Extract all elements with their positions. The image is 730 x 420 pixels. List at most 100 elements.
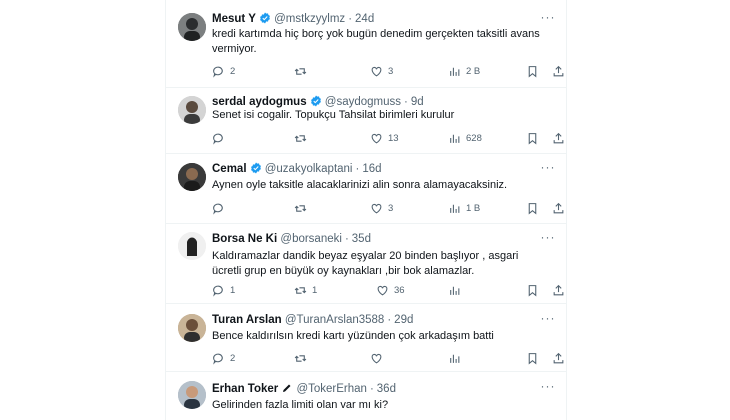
- separator-dot: ·: [344, 233, 349, 245]
- more-options-icon[interactable]: ···: [540, 11, 556, 28]
- author-handle[interactable]: @borsaneki: [280, 233, 342, 245]
- like-button[interactable]: 36: [376, 281, 405, 299]
- share-button[interactable]: [552, 281, 570, 299]
- share-button[interactable]: [552, 199, 570, 217]
- author-handle[interactable]: @mstkzyylmz: [274, 13, 345, 25]
- retweet-button[interactable]: [294, 129, 312, 147]
- view-count: 1 B: [466, 202, 481, 214]
- like-button[interactable]: 3: [370, 62, 393, 80]
- author-name[interactable]: Borsa Ne Ki: [212, 233, 277, 245]
- author-name[interactable]: Turan Arslan: [212, 314, 282, 326]
- reply-button[interactable]: 2: [212, 62, 235, 80]
- reply-icon: [213, 285, 223, 297]
- share-button[interactable]: [552, 129, 570, 147]
- tweet-time[interactable]: 16d: [362, 163, 381, 175]
- like-button[interactable]: 13: [370, 129, 399, 147]
- bookmark-button[interactable]: [526, 281, 544, 299]
- tweet-header: Borsa Ne Ki @borsaneki · 35d: [212, 231, 536, 247]
- like-button[interactable]: 3: [370, 199, 393, 217]
- author-name[interactable]: serdal aydogmus: [212, 96, 307, 108]
- tweet-2[interactable]: serdal aydogmus @saydogmuss · 9d Senet isi…: [166, 88, 566, 154]
- share-icon: [553, 352, 564, 363]
- tweet-6[interactable]: Erhan Toker @TokerErhan · 36d ··· Gelirind…: [166, 372, 566, 420]
- tweet-text: Gelirinden fazla limiti olan var mı ki?: [212, 399, 389, 411]
- bookmark-icon: [528, 132, 537, 145]
- separator-dot: ·: [404, 96, 408, 108]
- author-handle[interactable]: @uzakyolkaptani: [265, 163, 353, 175]
- heart-icon: [371, 66, 382, 76]
- retweet-button[interactable]: [294, 349, 312, 367]
- retweet-button[interactable]: [294, 199, 312, 217]
- bookmark-button[interactable]: [526, 349, 544, 367]
- bookmark-icon: [528, 284, 537, 297]
- separator-dot: ·: [355, 163, 360, 175]
- separator-dot: ·: [387, 314, 392, 326]
- more-options-icon[interactable]: ···: [540, 312, 556, 329]
- tweet-text: Aynen oyle taksitle alacaklarinizi alin …: [212, 179, 508, 191]
- tweet-text: Kaldıramazlar dandik beyaz eşyalar 20 bi…: [212, 250, 519, 277]
- avatar[interactable]: [178, 13, 206, 41]
- author-name[interactable]: Mesut Y: [212, 13, 256, 25]
- author-handle[interactable]: @saydogmuss: [325, 96, 401, 108]
- reply-button[interactable]: [212, 129, 230, 147]
- bookmark-icon: [528, 202, 537, 215]
- share-icon: [553, 132, 564, 143]
- views-button[interactable]: 628: [448, 129, 482, 147]
- avatar[interactable]: [178, 163, 206, 191]
- retweet-button[interactable]: [294, 62, 312, 80]
- tweet-header: Turan Arslan @TuranArslan3588 · 29d: [212, 312, 536, 328]
- retweet-button[interactable]: 1: [294, 281, 317, 299]
- retweet-icon: [294, 286, 307, 294]
- more-options-icon[interactable]: ···: [540, 380, 556, 397]
- tweet-time[interactable]: 35d: [352, 233, 371, 245]
- tweet-3[interactable]: Cemal @uzakyolkaptani · 16d ··· Aynen oyle…: [166, 154, 566, 224]
- tweet-text: Bence kaldırılsın kredi kartı yüzünden ç…: [212, 330, 494, 342]
- reply-icon: [213, 66, 223, 78]
- like-count: 3: [388, 202, 394, 214]
- share-button[interactable]: [552, 349, 570, 367]
- pen-icon: [281, 382, 293, 399]
- more-options-icon[interactable]: ···: [540, 161, 556, 178]
- like-count: 3: [388, 65, 394, 77]
- author-name[interactable]: Cemal: [212, 163, 247, 175]
- tweet-5[interactable]: Turan Arslan @TuranArslan3588 · 29d ··· Be…: [166, 304, 566, 372]
- avatar[interactable]: [178, 232, 206, 260]
- bookmark-button[interactable]: [526, 62, 544, 80]
- retweet-icon: [294, 67, 307, 75]
- tweet-4[interactable]: Borsa Ne Ki @borsaneki · 35d ··· Kaldırama…: [166, 224, 566, 304]
- like-button[interactable]: [370, 349, 388, 367]
- tweet-time[interactable]: 9d: [411, 96, 424, 108]
- bookmark-button[interactable]: [526, 129, 544, 147]
- like-count: 13: [388, 132, 399, 144]
- more-options-icon[interactable]: ···: [540, 231, 556, 248]
- author-handle[interactable]: @TokerErhan: [296, 383, 366, 395]
- views-button[interactable]: [448, 281, 466, 299]
- avatar[interactable]: [178, 381, 206, 409]
- reply-button[interactable]: 1: [212, 281, 235, 299]
- reply-button[interactable]: [212, 199, 230, 217]
- share-icon: [553, 65, 564, 76]
- tweet-actions: 1 1 36: [212, 281, 564, 299]
- views-button[interactable]: [448, 349, 466, 367]
- author-handle[interactable]: @TuranArslan3588: [285, 314, 384, 326]
- tweet-time[interactable]: 36d: [377, 383, 396, 395]
- tweet-header: Mesut Y @mstkzyylmz · 24d: [212, 11, 536, 27]
- reply-button[interactable]: 2: [212, 349, 235, 367]
- views-icon: [450, 67, 460, 76]
- avatar[interactable]: [178, 96, 206, 124]
- separator-dot: ·: [348, 13, 353, 25]
- bookmark-icon: [528, 65, 537, 78]
- avatar[interactable]: [178, 314, 206, 342]
- reply-icon: [213, 353, 223, 365]
- bookmark-button[interactable]: [526, 199, 544, 217]
- tweet-time[interactable]: 24d: [355, 13, 374, 25]
- tweet-time[interactable]: 29d: [394, 314, 413, 326]
- share-button[interactable]: [552, 62, 570, 80]
- views-button[interactable]: 1 B: [448, 199, 480, 217]
- views-button[interactable]: 2 B: [448, 62, 480, 80]
- author-name[interactable]: Erhan Toker: [212, 383, 278, 395]
- tweet-1[interactable]: Mesut Y @mstkzyylmz · 24d ··· kredi kartım…: [166, 0, 566, 88]
- heart-icon: [371, 353, 382, 363]
- like-count: 36: [394, 284, 405, 296]
- views-icon: [450, 354, 460, 363]
